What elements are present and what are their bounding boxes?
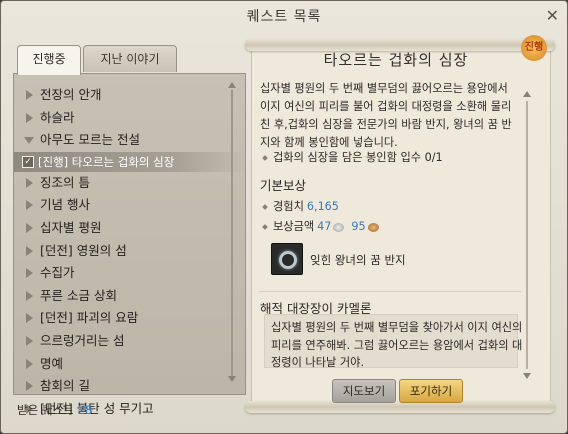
view-map-button[interactable]: 지도보기 — [332, 379, 396, 403]
reward-exp: 경험치 6,165 — [262, 198, 339, 214]
quest-label: 수집가 — [40, 265, 75, 281]
tab-past-stories[interactable]: 지난 이야기 — [83, 45, 177, 72]
chevron-right-icon — [26, 381, 33, 392]
quest-label: [던전] 파괴의 요람 — [40, 310, 139, 326]
scroll-up-icon[interactable] — [523, 91, 531, 97]
quest-category[interactable]: [던전] 파괴의 요람 — [22, 307, 222, 330]
chevron-right-icon — [26, 222, 33, 233]
quest-category[interactable]: 으르렁거리는 섬 — [22, 330, 222, 353]
quest-category[interactable]: 아무도 모르는 전설 — [22, 129, 222, 152]
quest-category[interactable]: 푸른 소금 상회 — [22, 285, 222, 308]
quest-description: 십자별 평원의 두 번째 별무덤의 끓어오르는 용암에서 이지 여신의 피리를 … — [260, 82, 512, 149]
npc-dialogue: 십자별 평원의 두 번째 별무덤을 찾아가서 이지 여신의 피리를 연주해봐. … — [271, 321, 523, 369]
objective-text: 겁화의 심장을 담은 봉인함 입수 0/1 — [273, 151, 443, 164]
window-title: 퀘스트 목록 — [246, 9, 322, 25]
tab-in-progress[interactable]: 진행중 — [17, 45, 81, 75]
checkbox-icon[interactable]: ✓ — [22, 155, 34, 168]
divider — [259, 291, 521, 292]
quest-list: 전장의 안개하슬라아무도 모르는 전설 ✓ [진행] 타오르는 겁화의 심장징조의 … — [14, 84, 246, 420]
quest-label: 으르렁거리는 섬 — [40, 332, 125, 348]
money-label: 보상금액 — [273, 220, 315, 233]
quest-label: [던전] 영원의 섬 — [40, 242, 127, 258]
bullet-icon — [262, 224, 268, 230]
reward-section-title: 기본보상 — [260, 178, 307, 193]
quest-window: 퀘스트 목록 ✕ 진행중 지난 이야기 전장의 안개하슬라아무도 모르는 전설 ✓… — [0, 0, 568, 434]
silver-coin-icon — [333, 222, 345, 232]
quest-list-panel: 전장의 안개하슬라아무도 모르는 전설 ✓ [진행] 타오르는 겁화의 심장징조의 … — [13, 73, 246, 416]
chevron-right-icon — [26, 268, 33, 279]
scroll-down-icon[interactable] — [523, 373, 531, 379]
chevron-right-icon — [26, 200, 33, 211]
reward-item-slot[interactable] — [271, 243, 303, 275]
copper-coin-icon — [367, 222, 379, 232]
quest-label: 십자별 평원 — [40, 219, 102, 235]
reward-money: 보상금액 47 95 — [262, 218, 383, 234]
received-quests: 받은 퀘스트 28 — [17, 402, 92, 418]
scroll-up-icon[interactable] — [228, 82, 236, 88]
quest-objective: 겁화의 심장을 담은 봉인함 입수 0/1 — [262, 149, 443, 165]
close-icon[interactable]: ✕ — [546, 6, 559, 25]
quest-label: 참회의 길 — [40, 378, 90, 394]
received-label: 받은 퀘스트 — [17, 403, 74, 417]
chevron-right-icon — [26, 290, 33, 301]
chevron-right-icon — [26, 90, 33, 100]
chevron-down-icon — [24, 137, 34, 145]
quest-label: 징조의 틈 — [40, 174, 90, 190]
bullet-icon — [262, 155, 268, 161]
quest-list-scrollbar[interactable] — [228, 82, 236, 382]
chevron-right-icon — [26, 358, 33, 369]
chevron-right-icon — [26, 245, 33, 256]
chevron-right-icon — [26, 112, 33, 123]
abandon-button[interactable]: 포기하기 — [399, 379, 463, 403]
scroll-down-icon[interactable] — [228, 376, 236, 382]
quest-entry-active[interactable]: ✓ [진행] 타오르는 겁화의 심장 — [14, 151, 246, 172]
quest-label: 푸른 소금 상회 — [40, 287, 117, 303]
quest-label: 아무도 모르는 전설 — [40, 132, 140, 148]
silver-amount: 47 — [317, 220, 332, 233]
exp-label: 경험치 — [273, 200, 304, 213]
quest-category[interactable]: 징조의 틈 — [22, 172, 222, 195]
reward-item-name: 잊힌 왕녀의 꿈 반지 — [310, 253, 406, 267]
bullet-icon — [262, 204, 268, 210]
quest-category[interactable]: 참회의 길 — [22, 375, 222, 398]
quest-label: 전장의 안개 — [40, 87, 102, 102]
quest-label: 명예 — [40, 355, 64, 371]
quest-category[interactable]: 전장의 안개 — [22, 84, 222, 107]
chevron-right-icon — [26, 177, 33, 188]
quest-category[interactable]: [던전] 영원의 섬 — [22, 240, 222, 263]
quest-category[interactable]: 하슬라 — [22, 107, 222, 130]
received-count: 28 — [77, 403, 93, 417]
detail-scrollbar[interactable] — [522, 91, 532, 379]
quest-category[interactable]: 명예 — [22, 353, 222, 376]
chevron-right-icon — [26, 313, 33, 324]
title-bar[interactable]: 퀘스트 목록 ✕ — [1, 1, 567, 33]
ring-icon — [279, 251, 297, 269]
quest-label: 하슬라 — [40, 109, 75, 125]
exp-value: 6,165 — [306, 200, 339, 213]
quest-category[interactable]: 수집가 — [22, 262, 222, 285]
scroll-track[interactable] — [526, 101, 528, 369]
quest-title: 타오르는 겁화의 심장 — [323, 51, 469, 69]
quest-category[interactable]: 십자별 평원 — [22, 217, 222, 240]
copper-amount: 95 — [351, 220, 366, 233]
quest-label: 기념 행사 — [40, 197, 90, 213]
chevron-right-icon — [26, 335, 33, 346]
scroll-track[interactable] — [231, 90, 233, 376]
quest-category[interactable]: 기념 행사 — [22, 194, 222, 217]
quest-label: [진행] 타오르는 겁화의 심장 — [38, 154, 175, 169]
